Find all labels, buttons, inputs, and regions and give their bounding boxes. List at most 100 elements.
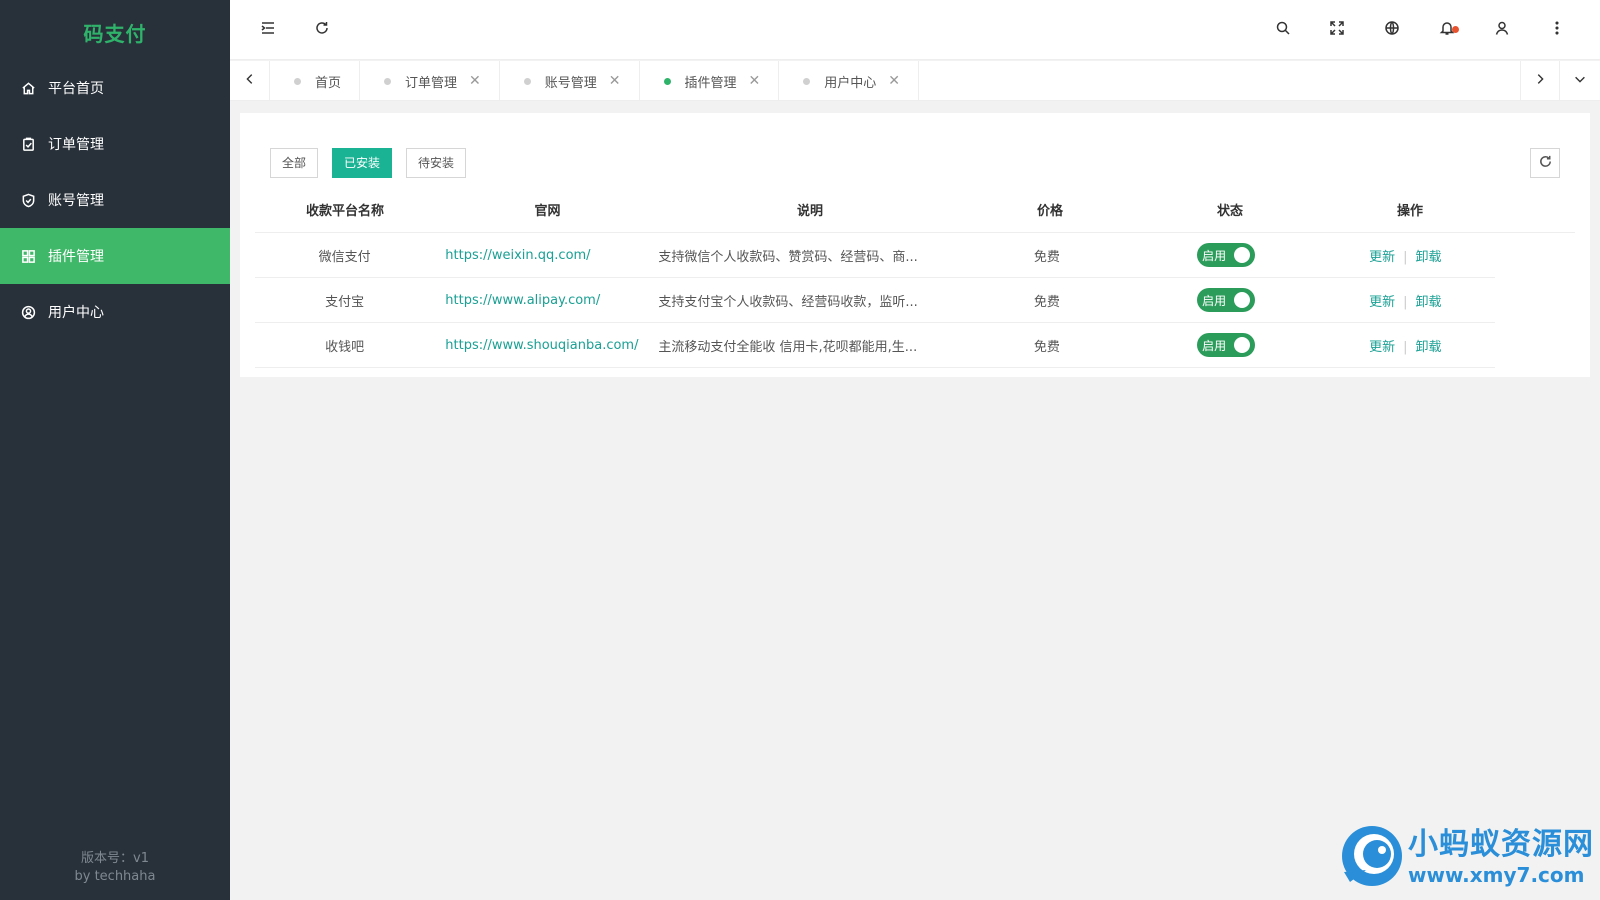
sidebar-item-home[interactable]: 平台首页 — [0, 60, 230, 116]
status-label: 启用 — [1202, 338, 1227, 353]
watermark-title: 小蚂蚁资源网 — [1408, 827, 1594, 862]
fullscreen-button[interactable] — [1325, 18, 1349, 42]
uninstall-button[interactable]: 卸载 — [1416, 340, 1442, 355]
website-link[interactable]: https://weixin.qq.com/ — [445, 248, 590, 263]
filter-all-button[interactable]: 全部 — [270, 148, 319, 178]
filter-pending-button[interactable]: 待安装 — [406, 148, 467, 178]
tab-plugins[interactable]: 插件管理 ✕ — [640, 61, 780, 101]
description: 主流移动支付全能收 信用卡,花呗都能用,生... — [658, 339, 918, 355]
tab-accounts[interactable]: 账号管理 ✕ — [500, 61, 640, 101]
description: 支持支付宝个人收款码、经营码收款，监听... — [658, 294, 918, 310]
action-separator: | — [1403, 339, 1408, 355]
toggle-knob — [1234, 337, 1251, 353]
toggle-knob — [1234, 292, 1251, 308]
tab-user-center[interactable]: 用户中心 ✕ — [779, 61, 920, 101]
table-row: 收钱吧 https://www.shouqianba.com/ 主流移动支付全能… — [255, 323, 1495, 368]
user-button[interactable] — [1490, 18, 1514, 42]
tab-dot — [663, 77, 671, 85]
sidebar-item-label: 插件管理 — [48, 249, 104, 265]
sidebar-item-label: 账号管理 — [48, 193, 104, 209]
update-button[interactable]: 更新 — [1369, 340, 1395, 355]
close-icon[interactable]: ✕ — [469, 73, 481, 89]
reload-button[interactable] — [310, 18, 334, 42]
table-refresh-button[interactable] — [1530, 148, 1560, 178]
plugin-table: 收款平台名称 官网 说明 价格 状态 操作 微信支付 https://weixi… — [255, 187, 1575, 368]
tab-home[interactable]: 首页 — [270, 61, 361, 101]
status-label: 启用 — [1202, 248, 1227, 263]
clipboard-icon — [20, 136, 36, 152]
watermark-url: www.xmy7.com — [1408, 863, 1585, 887]
tabs-dropdown[interactable] — [1560, 61, 1600, 101]
sidebar-item-label: 用户中心 — [48, 305, 104, 321]
action-separator: | — [1403, 249, 1408, 265]
sidebar-item-plugins[interactable]: 插件管理 — [0, 228, 230, 284]
close-icon[interactable]: ✕ — [609, 73, 621, 89]
action-separator: | — [1403, 294, 1408, 310]
sidebar-item-label: 订单管理 — [48, 137, 104, 153]
tab-dot — [294, 77, 301, 85]
platform-name: 支付宝 — [325, 294, 365, 310]
column-header-status: 状态 — [1216, 204, 1243, 219]
grid-icon — [20, 248, 36, 264]
status-toggle[interactable]: 启用 — [1197, 288, 1256, 312]
top-header — [230, 0, 1600, 60]
sidebar: 码支付 平台首页 订单管理 账号管理 插件管理 用户中心 版本号：v1 by t… — [0, 0, 230, 900]
uninstall-button[interactable]: 卸载 — [1416, 295, 1442, 310]
filter-installed-button[interactable]: 已安装 — [332, 148, 393, 178]
sidebar-item-accounts[interactable]: 账号管理 — [0, 172, 230, 228]
close-icon[interactable]: ✕ — [888, 73, 900, 89]
watermark: 小蚂蚁资源网 www.xmy7.com — [1336, 822, 1594, 892]
platform-name: 收钱吧 — [325, 339, 365, 355]
menu-fold-button[interactable] — [256, 18, 280, 42]
language-button[interactable] — [1380, 18, 1404, 42]
fullscreen-icon — [1329, 20, 1345, 40]
tab-orders[interactable]: 订单管理 ✕ — [360, 61, 500, 101]
app-logo[interactable]: 码支付 — [0, 0, 230, 60]
chevron-right-icon — [1533, 72, 1547, 90]
ant-logo-icon — [1342, 826, 1402, 886]
tab-label: 用户中心 — [824, 75, 877, 91]
table-row: 微信支付 https://weixin.qq.com/ 支持微信个人收款码、赞赏… — [255, 233, 1495, 278]
notification-badge — [1452, 26, 1459, 33]
plugin-list-card: 全部 已安装 待安装 收款平台名称 官网 说明 价格 状态 操作 微信支付 ht… — [240, 113, 1590, 377]
tab-label: 订单管理 — [405, 75, 458, 91]
column-header-actions: 操作 — [1396, 204, 1423, 219]
update-button[interactable]: 更新 — [1369, 295, 1395, 310]
status-toggle[interactable]: 启用 — [1197, 243, 1256, 267]
status-toggle[interactable]: 启用 — [1197, 333, 1256, 357]
sidebar-item-orders[interactable]: 订单管理 — [0, 116, 230, 172]
tabs-scroll-right[interactable] — [1520, 61, 1560, 101]
user-circle-icon — [20, 304, 36, 320]
website-link[interactable]: https://www.alipay.com/ — [445, 293, 600, 308]
toggle-knob — [1234, 247, 1251, 263]
author-label: by techhaha — [74, 869, 156, 884]
uninstall-button[interactable]: 卸载 — [1416, 250, 1442, 265]
refresh-icon — [1538, 154, 1553, 173]
close-icon[interactable]: ✕ — [749, 73, 761, 89]
search-button[interactable] — [1271, 18, 1295, 42]
sidebar-item-user-center[interactable]: 用户中心 — [0, 284, 230, 340]
status-label: 启用 — [1202, 293, 1227, 308]
tab-dot — [384, 77, 392, 85]
home-icon — [20, 80, 36, 96]
more-icon — [1549, 20, 1565, 40]
column-header-description: 说明 — [796, 204, 823, 219]
chevron-down-icon — [1573, 72, 1587, 90]
menu-fold-icon — [260, 20, 276, 40]
version-label: 版本号：v1 — [81, 851, 149, 866]
tabs-scroll-left[interactable] — [230, 61, 270, 101]
column-header-name: 收款平台名称 — [305, 204, 384, 219]
tab-label: 首页 — [315, 75, 342, 91]
tab-label: 插件管理 — [684, 75, 737, 91]
column-header-price: 价格 — [1036, 204, 1063, 219]
version-info: 版本号：v1 by techhaha — [0, 850, 230, 886]
table-header: 收款平台名称 官网 说明 价格 状态 操作 — [255, 187, 1575, 233]
table-row: 支付宝 https://www.alipay.com/ 支持支付宝个人收款码、经… — [255, 278, 1495, 323]
website-link[interactable]: https://www.shouqianba.com/ — [445, 338, 638, 353]
update-button[interactable]: 更新 — [1369, 250, 1395, 265]
description: 支持微信个人收款码、赞赏码、经营码、商... — [658, 249, 918, 265]
user-icon — [1494, 20, 1510, 40]
more-button[interactable] — [1545, 18, 1569, 42]
tab-dot — [523, 77, 531, 85]
notification-button[interactable] — [1435, 18, 1459, 42]
